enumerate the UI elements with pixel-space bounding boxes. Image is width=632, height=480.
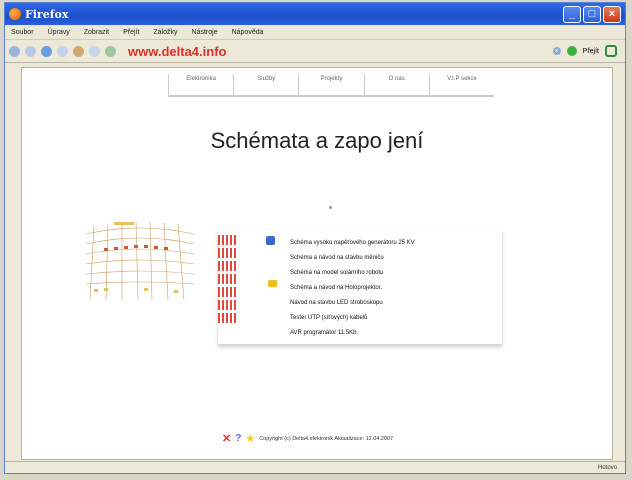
menu-bar: Soubor Úpravy Zobrazit Přejít Záložky Ná…: [5, 25, 625, 40]
page-footer: ✕ ? ★ Copyright (c) Delta4.elektronik Ak…: [222, 432, 393, 445]
list-item[interactable]: Schéma a návod na Holoprojektor.: [290, 281, 415, 296]
list-item[interactable]: Schéma na model solárního robotu: [290, 266, 415, 281]
circuit-board-illustration: [85, 221, 195, 301]
nav-toolbar: www.delta4.info × Přejít: [5, 40, 625, 63]
status-text: Hotovo: [597, 464, 617, 471]
back-icon[interactable]: [9, 45, 20, 57]
computer-icon: [266, 236, 275, 245]
close-button[interactable]: ×: [603, 5, 621, 23]
clear-icon[interactable]: ×: [552, 47, 561, 55]
title-bar: Firefox _ □ ×: [5, 3, 625, 25]
page-title: Schémata a zapo jení: [210, 128, 424, 153]
address-input[interactable]: www.delta4.info: [128, 44, 428, 59]
close-x-icon: ✕: [222, 433, 232, 445]
tab-projekty[interactable]: Projekty: [298, 74, 364, 96]
tab-o-nas[interactable]: O nás: [363, 74, 429, 96]
divider-dot: [329, 206, 332, 209]
menu-item-napoveda[interactable]: Nápověda: [232, 29, 264, 36]
go-button[interactable]: Přejít: [583, 48, 599, 55]
search-icon[interactable]: [605, 45, 617, 57]
menu-item-soubor[interactable]: Soubor: [11, 29, 34, 36]
home-icon[interactable]: [73, 45, 84, 57]
star-icon: ★: [245, 433, 256, 445]
menu-item-prejit[interactable]: Přejít: [123, 29, 139, 36]
menu-item-zalozky[interactable]: Záložky: [153, 29, 177, 36]
history-icon[interactable]: [89, 45, 100, 57]
list-item[interactable]: AVR programátor 11.5Kb.: [290, 326, 415, 341]
maximize-button[interactable]: □: [583, 5, 601, 23]
reload-icon[interactable]: [41, 45, 52, 57]
site-nav: Elektronika Služby Projekty O nás V.I.P …: [168, 74, 495, 97]
tab-elektronika[interactable]: Elektronika: [168, 74, 234, 96]
menu-item-zobrazit[interactable]: Zobrazit: [84, 29, 109, 36]
bookmark-icon[interactable]: [105, 45, 116, 57]
list-item[interactable]: Návod na stavbu LED stroboskopu: [290, 296, 415, 311]
firefox-logo-icon: [9, 8, 21, 20]
menu-item-nastroje[interactable]: Nástroje: [192, 29, 218, 36]
list-item[interactable]: Schéma vysoko napěťového generátoru 25 K…: [290, 236, 415, 251]
help-icon: ?: [235, 433, 242, 444]
forward-icon[interactable]: [25, 45, 36, 57]
go-icon[interactable]: [566, 46, 577, 56]
component-strip: [218, 232, 240, 326]
copyright-text: Copyright (c) Delta4.elektronik Aktualiz…: [259, 435, 394, 442]
list-item[interactable]: Schéma a návod na stavbu měniču: [290, 251, 415, 266]
tab-vip-sekce[interactable]: V.I.P sekce: [428, 74, 495, 96]
minimize-button[interactable]: _: [563, 5, 581, 23]
window-title: Firefox: [25, 7, 69, 21]
page-content: Elektronika Služby Projekty O nás V.I.P …: [21, 67, 613, 460]
status-bar: Hotovo: [5, 461, 625, 473]
projects-panel: Schéma vysoko napěťového generátoru 25 K…: [218, 230, 502, 345]
tab-sluzby[interactable]: Služby: [233, 74, 299, 96]
list-item[interactable]: Tester UTP (síťových) kabelů: [290, 311, 415, 326]
project-list: Schéma vysoko napěťového generátoru 25 K…: [290, 236, 415, 341]
browser-window: Firefox _ □ × Soubor Úpravy Zobrazit Pře…: [4, 2, 626, 474]
menu-item-upravy[interactable]: Úpravy: [48, 29, 70, 36]
folder-icon: [268, 280, 277, 287]
stop-icon[interactable]: [57, 45, 68, 57]
